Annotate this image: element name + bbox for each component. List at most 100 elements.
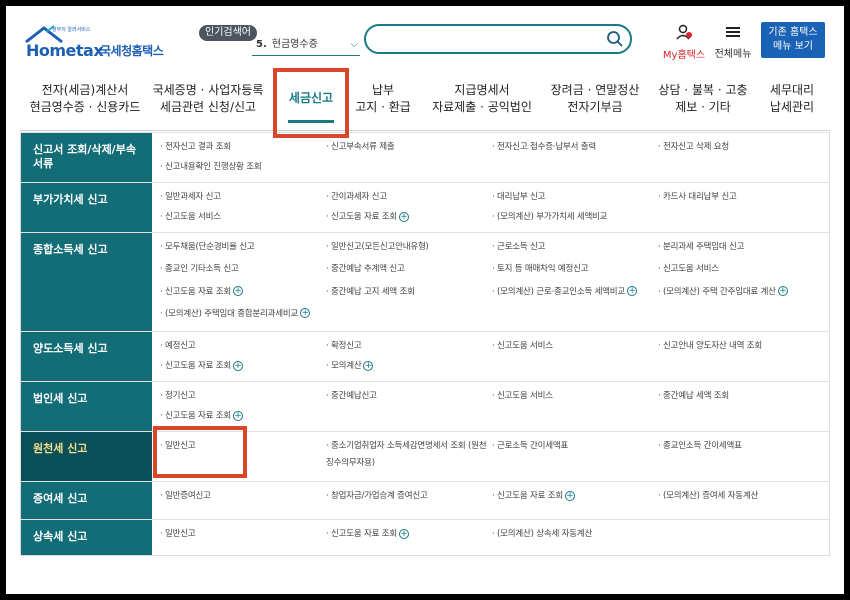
menu-link-label: · 신고부속서류 제출 [326, 142, 395, 152]
logo-tagline: 정부의 알려서비스 [52, 27, 91, 33]
row-category-label[interactable]: 법인세 신고 [21, 382, 152, 431]
menu-row: 상속세 신고 · 일반신고 · 신고도움 자료 조회 + · (모의계산) 상속세 자동… [21, 519, 829, 555]
menu-link-label: · 신고내용확인 진행상황 조회 [160, 162, 262, 172]
plus-circle-icon[interactable]: + [564, 490, 575, 501]
row-category-label[interactable]: 상속세 신고 [21, 520, 152, 555]
menu-link-label: · (모의계산) 근로·종교인소득 세액비교 [492, 286, 626, 297]
menu-link[interactable]: · 중간예납 고지 세액 조회 [326, 284, 492, 305]
menu-link[interactable]: · 일반신고(모든신고안내유형) [326, 239, 492, 260]
menu-link[interactable]: · 신고내용확인 진행상황 조회 [160, 159, 326, 178]
menu-link[interactable]: · 신고도움 서비스 [492, 338, 658, 357]
menu-link[interactable]: · 전자신고 삭제 요청 [658, 139, 805, 158]
menu-link[interactable]: · (모의계산) 근로·종교인소득 세액비교 + [492, 284, 658, 305]
nav-item-payment-statement[interactable]: 지급명세서 자료제출 · 공익법인 [432, 82, 532, 116]
menu-link-label: · 토지 등 매매차익 예정신고 [492, 264, 589, 275]
menu-link[interactable]: · 일반과세자 신고 [160, 189, 326, 208]
legacy-menu-button[interactable]: 기존 홈택스 메뉴 보기 [761, 22, 825, 58]
my-hometax-label: My홈택스 [662, 50, 706, 61]
menu-link[interactable]: · 대리납부 신고 [492, 189, 658, 208]
plus-circle-icon[interactable]: + [300, 308, 311, 319]
nav-item-e-invoice[interactable]: 전자(세금)계산서 현금영수증 · 신용카드 [30, 82, 141, 116]
search-input[interactable] [364, 24, 632, 54]
menu-link[interactable]: · 분리과세 주택임대 신고 [658, 239, 805, 260]
popular-search-select[interactable]: 5. 현금영수증 ⌵ [252, 34, 360, 56]
menu-link[interactable]: · 정기신고 [160, 388, 326, 407]
row-category-label[interactable]: 증여세 신고 [21, 482, 152, 519]
menu-link[interactable]: · (모의계산) 상속세 자동계산 [492, 526, 658, 551]
row-category-label[interactable]: 신고서 조회/삭제/부속서류 [21, 133, 152, 182]
hometax-logo[interactable]: 정부의 알려서비스 Hometax 국세청홈택스 [24, 24, 169, 66]
menu-link[interactable]: · 신고도움 자료 조회 + [160, 358, 326, 377]
menu-link[interactable]: · 신고도움 자료 조회 + [326, 526, 492, 551]
menu-link[interactable]: · 신고안내 양도자산 내역 조회 [658, 338, 805, 357]
row-category-label[interactable]: 원천세 신고 [21, 432, 152, 481]
nav-line1: 납부 [371, 83, 395, 97]
menu-link[interactable]: · 중간예납 추계액 신고 [326, 261, 492, 282]
search-icon[interactable] [606, 30, 624, 48]
menu-link[interactable]: · 근로소득 신고 [492, 239, 658, 260]
menu-link-label: · 일반과세자 신고 [160, 192, 221, 202]
plus-circle-icon[interactable]: + [232, 410, 243, 421]
plus-circle-icon[interactable]: + [363, 360, 374, 371]
menu-link[interactable]: · 신고부속서류 제출 [326, 139, 492, 158]
menu-link-label: · 일반증여신고 [160, 491, 211, 501]
plus-circle-icon[interactable]: + [232, 360, 243, 371]
menu-link[interactable]: · 창업자금/가업승계 증여신고 [326, 488, 492, 515]
menu-link[interactable]: · 확정신고 [326, 338, 492, 357]
plus-circle-icon[interactable]: + [777, 286, 788, 296]
plus-circle-icon[interactable]: + [627, 286, 638, 296]
nav-item-consult[interactable]: 상담 · 불복 · 고충 제보 · 기타 [658, 82, 747, 116]
menu-link[interactable]: · 신고도움 자료 조회 + [492, 488, 658, 515]
menu-link[interactable]: · 신고도움 자료 조회 + [160, 284, 326, 305]
menu-link[interactable]: · 신고도움 서비스 [658, 261, 805, 282]
menu-link-label: · 신고도움 서비스 [160, 212, 221, 222]
all-menu-button[interactable]: 전체메뉴 [712, 24, 754, 60]
row-links: · 일반과세자 신고 · 간이과세자 신고 · 대리납부 신고 · 카드사 대리납부 … [152, 183, 829, 232]
plus-circle-icon[interactable]: + [232, 286, 243, 296]
menu-link[interactable]: · 예정신고 [160, 338, 326, 357]
nav-item-certificate[interactable]: 국세증명 · 사업자등록 세금관련 신청/신고 [153, 82, 264, 116]
menu-link[interactable]: · 전자신고 접수증·납부서 출력 [492, 139, 658, 158]
menu-link[interactable]: · 중간예납신고 [326, 388, 492, 407]
menu-link[interactable]: · 간이과세자 신고 [326, 189, 492, 208]
menu-link[interactable]: · 신고도움 서비스 [492, 388, 658, 407]
menu-link[interactable]: · 전자신고 결과 조회 [160, 139, 326, 158]
menu-link-label: · 신고도움 서비스 [492, 341, 553, 351]
plus-circle-icon[interactable]: + [398, 528, 409, 539]
menu-link[interactable]: · 신고도움 자료 조회 + [160, 408, 326, 427]
nav-item-tax-agent[interactable]: 세무대리 납세관리 [770, 82, 814, 116]
row-category-label[interactable]: 양도소득세 신고 [21, 332, 152, 381]
menu-link[interactable]: · 신고도움 자료 조회 + [326, 209, 492, 228]
menu-link[interactable]: · 일반신고 [160, 526, 326, 551]
menu-link[interactable]: · 모두채움(단순경비율 신고 [160, 239, 326, 260]
my-hometax-button[interactable]: My홈택스 [660, 24, 708, 61]
menu-link[interactable]: · 중간예납 세액 조회 [658, 388, 805, 407]
menu-link[interactable]: · 종교인소득 간이세액표 [658, 438, 805, 477]
menu-link[interactable]: · (모의계산) 부가가치세 세액비교 [492, 209, 658, 228]
nav-divider [20, 130, 830, 131]
nav-item-payment[interactable]: 납부 고지 · 환급 [355, 82, 411, 116]
row-category-label[interactable]: 종합소득세 신고 [21, 233, 152, 331]
menu-link[interactable]: · 일반신고 [160, 438, 326, 477]
menu-link-label: · (모의계산) 주택임대 종합분리과세비교 [160, 308, 299, 319]
nav-line2: 자료제출 · 공익법인 [432, 100, 532, 114]
menu-link[interactable]: · (모의계산) 주택임대 종합분리과세비교 + [160, 306, 326, 327]
menu-link[interactable]: · 중소기업취업자 소득세감면명세서 조회 (원천징수의무자용) [326, 438, 492, 477]
menu-link[interactable]: · 카드사 대리납부 신고 [658, 189, 805, 208]
menu-link[interactable]: · 종교인 기타소득 신고 [160, 261, 326, 282]
menu-link-label: · (모의계산) 상속세 자동계산 [492, 529, 593, 539]
menu-link[interactable]: · (모의계산) 주택 간주임대료 계산 + [658, 284, 805, 305]
menu-link[interactable]: · (모의계산) 증여세 자동계산 [658, 488, 805, 515]
row-category-label[interactable]: 부가가치세 신고 [21, 183, 152, 232]
nav-item-tax-filing[interactable]: 세금신고 [289, 90, 333, 107]
menu-link[interactable]: · 토지 등 매매차익 예정신고 [492, 261, 658, 282]
nav-item-incentive[interactable]: 장려금 · 연말정산 전자기부금 [551, 82, 640, 116]
menu-link-label: · 전자신고 결과 조회 [160, 142, 231, 152]
menu-link[interactable]: · 일반증여신고 [160, 488, 326, 515]
menu-link[interactable]: · 근로소득 간이세액표 [492, 438, 658, 477]
menu-link-label: · 중소기업취업자 소득세감면명세서 조회 (원천징수의무자용) [326, 441, 487, 468]
menu-link[interactable]: · 모의계산 + [326, 358, 492, 377]
menu-link[interactable]: · 신고도움 서비스 [160, 209, 326, 228]
plus-circle-icon[interactable]: + [398, 211, 409, 222]
menu-link-label: · 신고도움 자료 조회 [326, 212, 397, 222]
